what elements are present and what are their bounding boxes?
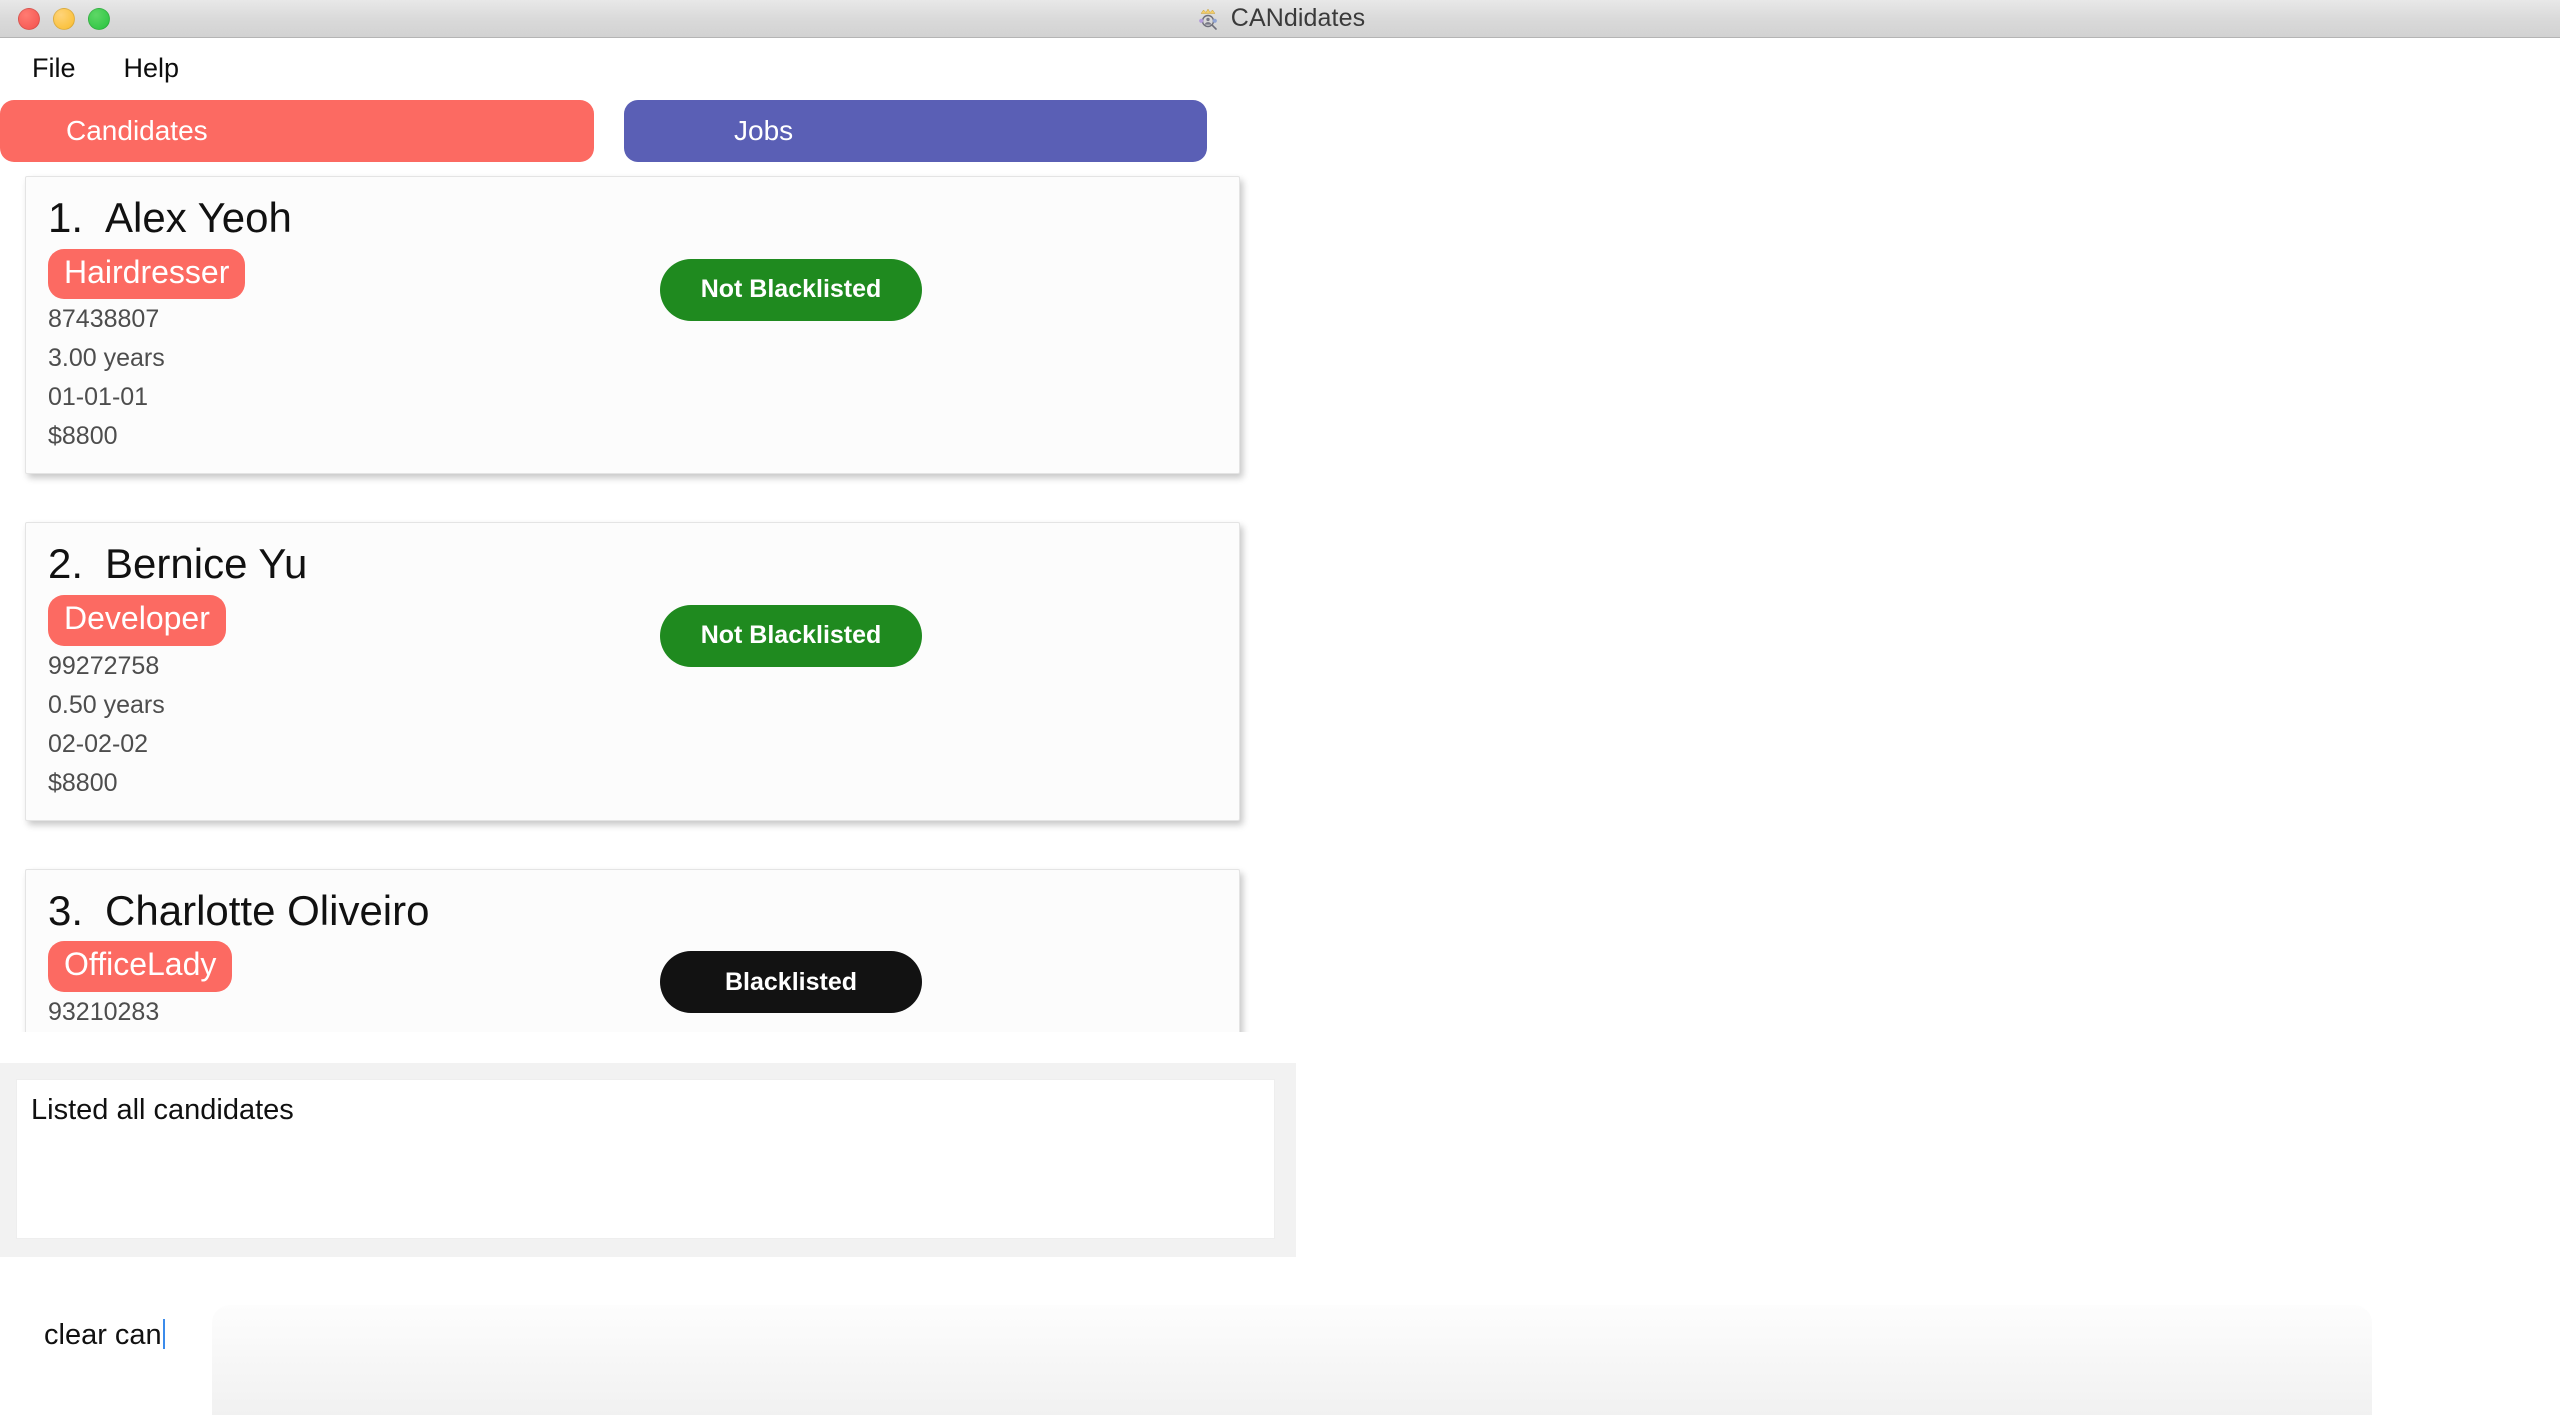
candidate-title: 3. Charlotte Oliveiro: [48, 886, 1217, 936]
blacklist-status-button[interactable]: Not Blacklisted: [660, 604, 922, 667]
candidate-phone: 99272758: [48, 651, 160, 680]
tab-candidates[interactable]: Candidates: [0, 100, 594, 162]
candidate-card[interactable]: 3. Charlotte Oliveiro OfficeLady 9321028…: [25, 868, 1240, 1032]
window-title-group: CANdidates: [0, 0, 2560, 37]
candidate-role-tag: Hairdresser: [48, 248, 246, 300]
candidate-index: 3.: [48, 886, 84, 934]
candidate-details: Hairdresser 87438807 3.00 years 01-01-01…: [48, 248, 1217, 456]
result-message: Listed all candidates: [31, 1094, 294, 1126]
command-input-box[interactable]: [212, 1305, 2372, 1415]
candidate-index: 1.: [48, 194, 84, 241]
blacklist-status-button[interactable]: Blacklisted: [660, 951, 922, 1014]
window-controls: [0, 7, 110, 30]
maximize-window-button[interactable]: [88, 7, 110, 30]
candidate-title: 2. Bernice Yu: [48, 539, 1217, 589]
minimize-window-button[interactable]: [53, 7, 75, 30]
blacklist-status-button[interactable]: Not Blacklisted: [660, 258, 922, 321]
candidate-name: Bernice Yu: [105, 540, 308, 588]
command-area: [0, 1257, 2560, 1415]
candidate-phone: 87438807: [48, 305, 160, 334]
command-input-value: clear can: [44, 1319, 162, 1351]
candidate-name: Alex Yeoh: [105, 194, 292, 241]
menu-item-file[interactable]: File: [32, 53, 76, 84]
candidate-name: Charlotte Oliveiro: [105, 886, 430, 934]
candidate-title: 1. Alex Yeoh: [48, 193, 1217, 243]
candidate-salary: $8800: [48, 768, 118, 797]
menu-bar: File Help: [0, 38, 2560, 98]
candidate-salary: $8800: [48, 422, 118, 451]
result-panel: Listed all candidates: [0, 1063, 1296, 1257]
candidate-card[interactable]: 2. Bernice Yu Developer 99272758 0.50 ye…: [25, 522, 1240, 821]
tab-jobs[interactable]: Jobs: [624, 100, 1207, 162]
candidate-details: Developer 99272758 0.50 years 02-02-02 $…: [48, 594, 1217, 802]
menu-item-help[interactable]: Help: [124, 53, 180, 84]
text-caret: [162, 1319, 165, 1349]
candidate-card[interactable]: 1. Alex Yeoh Hairdresser 87438807 3.00 y…: [25, 176, 1240, 475]
candidate-role-tag: OfficeLady: [48, 941, 233, 993]
window-titlebar: CANdidates: [0, 0, 2560, 38]
candidate-experience: 0.50 years: [48, 690, 165, 719]
candidate-index: 2.: [48, 540, 84, 588]
window-title: CANdidates: [1230, 4, 1366, 32]
tab-candidates-label: Candidates: [66, 115, 208, 146]
tab-bar: Candidates Jobs: [0, 98, 2560, 164]
crown-people-icon: [1195, 6, 1221, 32]
result-display-box[interactable]: Listed all candidates: [16, 1079, 1275, 1239]
candidate-details: OfficeLady 93210283 Blacklisted: [48, 941, 1217, 1031]
close-window-button[interactable]: [18, 7, 40, 30]
command-input-text[interactable]: clear can: [44, 1318, 165, 1353]
tab-jobs-label: Jobs: [734, 115, 794, 146]
candidate-experience: 3.00 years: [48, 344, 165, 373]
candidate-role-tag: Developer: [48, 594, 226, 646]
candidate-date: 01-01-01: [48, 383, 149, 412]
candidate-date: 02-02-02: [48, 729, 149, 758]
candidate-list[interactable]: 1. Alex Yeoh Hairdresser 87438807 3.00 y…: [0, 164, 2560, 1032]
candidate-phone: 93210283: [48, 998, 160, 1027]
